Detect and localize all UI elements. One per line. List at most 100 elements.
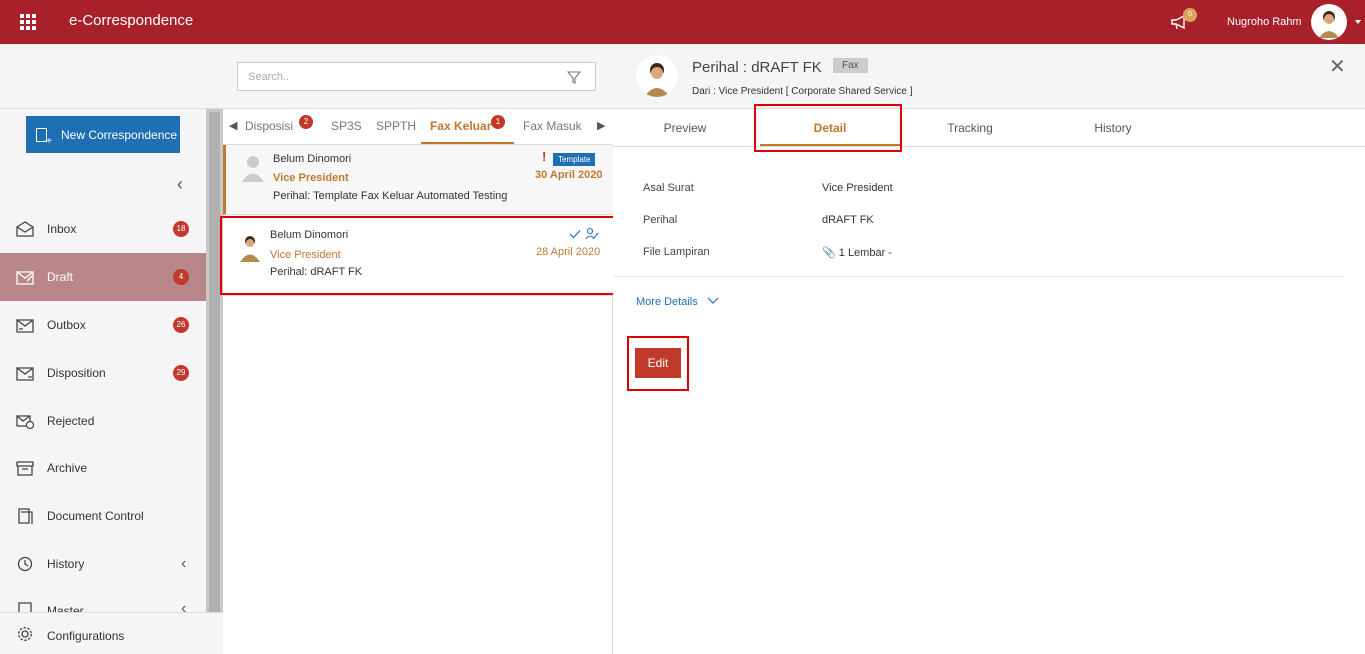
default-avatar-icon — [242, 156, 264, 182]
active-tab-indicator — [760, 144, 900, 146]
sidebar-item-disposition[interactable]: Disposition 29 — [0, 349, 206, 397]
user-edit-icon — [585, 227, 599, 240]
message-role: Vice President — [273, 172, 349, 184]
sidebar-item-label: Document Control — [47, 509, 144, 523]
configurations-bar[interactable]: Configurations — [0, 612, 223, 654]
tab-disposisi[interactable]: Disposisi — [245, 119, 293, 133]
important-flag-icon: ! — [542, 149, 547, 164]
inbox-count-badge: 18 — [173, 221, 189, 237]
outbox-icon — [16, 319, 34, 333]
sidebar-item-label: Outbox — [47, 318, 86, 332]
rejected-icon — [16, 415, 34, 429]
tab-scroll-right-icon[interactable]: ▶ — [597, 119, 605, 132]
user-avatar[interactable] — [1311, 4, 1347, 40]
tab-fax-keluar[interactable]: Fax Keluar — [430, 119, 491, 133]
disposition-icon — [16, 367, 34, 381]
tab-sp3s[interactable]: SP3S — [331, 119, 362, 133]
message-subject: Perihal: Template Fax Keluar Automated T… — [273, 190, 508, 202]
more-details-label: More Details — [636, 296, 698, 308]
tab-tracking[interactable]: Tracking — [930, 121, 1010, 135]
close-icon[interactable]: ✕ — [1329, 54, 1346, 79]
apps-grid-icon[interactable] — [20, 14, 36, 30]
detail-row: Perihal dRAFT FK — [635, 206, 1365, 238]
top-bar: e-Correspondence 0 Nugroho Rahm — [0, 0, 1365, 44]
collapse-sidebar-icon[interactable]: ‹ — [177, 174, 183, 195]
message-role: Vice President — [270, 249, 341, 261]
detail-label: Perihal — [643, 214, 678, 226]
detail-row: File Lampiran 📎 1 Lembar - — [635, 238, 1365, 270]
draft-count-badge: 4 — [173, 269, 189, 285]
tab-scroll-left-icon[interactable]: ◀ — [229, 119, 237, 132]
type-badge: Fax — [833, 58, 868, 73]
check-icon — [569, 230, 581, 239]
chevron-down-icon — [707, 297, 719, 304]
gear-icon — [18, 627, 32, 641]
sidebar-item-history[interactable]: History ‹ — [0, 540, 206, 588]
draft-icon — [16, 271, 34, 285]
correspondence-list-panel: Search.. ◀ Disposisi 2 SP3S SPPTH Fax Ke… — [223, 44, 613, 654]
tab-history[interactable]: History — [1073, 121, 1153, 135]
sidebar: New Correspondence ‹ Inbox 18 Draft 4 Ou… — [0, 44, 223, 654]
list-header: Search.. — [223, 44, 613, 109]
sidebar-item-master[interactable]: Master ‹ — [0, 588, 206, 614]
disposisi-count-badge: 2 — [299, 115, 313, 129]
new-correspondence-button[interactable]: New Correspondence — [26, 116, 180, 153]
detail-row: Asal Surat Vice President — [635, 174, 1365, 206]
tab-fax-masuk[interactable]: Fax Masuk — [523, 119, 582, 133]
sidebar-header — [0, 44, 223, 109]
filter-icon[interactable] — [567, 70, 581, 84]
outbox-count-badge: 26 — [173, 317, 189, 333]
more-details-link[interactable]: More Details — [636, 296, 719, 308]
sidebar-item-rejected[interactable]: Rejected — [0, 397, 206, 445]
edit-button[interactable]: Edit — [635, 348, 681, 378]
app-title: e-Correspondence — [69, 12, 194, 29]
sidebar-scrollbar-thumb[interactable] — [209, 112, 220, 612]
sidebar-item-label: History — [47, 557, 85, 571]
sidebar-item-draft[interactable]: Draft 4 — [0, 253, 206, 301]
search-placeholder: Search.. — [248, 71, 289, 83]
list-item[interactable]: Belum Dinomori Vice President Perihal: d… — [223, 216, 613, 296]
active-tab-indicator — [421, 142, 514, 144]
new-correspondence-label: New Correspondence — [61, 127, 178, 142]
template-badge: Template — [553, 153, 596, 166]
sidebar-item-outbox[interactable]: Outbox 26 — [0, 301, 206, 349]
history-icon — [17, 556, 33, 572]
disposition-count-badge: 29 — [173, 365, 189, 381]
sidebar-item-document-control[interactable]: Document Control — [0, 492, 206, 540]
sidebar-item-label: Archive — [47, 461, 88, 475]
divider — [613, 276, 1343, 277]
user-name[interactable]: Nugroho Rahm — [1227, 16, 1302, 28]
detail-label: File Lampiran — [643, 246, 710, 258]
detail-tabs: Preview Detail Tracking History — [613, 109, 1365, 147]
chevron-left-icon[interactable]: ‹ — [181, 555, 186, 573]
archive-icon — [16, 461, 34, 476]
attachment-value[interactable]: 📎 1 Lembar - — [822, 246, 892, 259]
search-input[interactable]: Search.. — [237, 62, 596, 91]
category-tabs: ◀ Disposisi 2 SP3S SPPTH Fax Keluar 1 Fa… — [223, 109, 613, 145]
tab-detail[interactable]: Detail — [790, 121, 870, 135]
notification-badge: 0 — [1183, 8, 1197, 22]
message-sender: Belum Dinomori — [270, 229, 349, 241]
new-document-icon — [36, 127, 52, 147]
document-control-icon — [18, 508, 33, 524]
sidebar-item-label: Inbox — [47, 222, 77, 236]
detail-table: Asal Surat Vice President Perihal dRAFT … — [635, 174, 1365, 270]
sidebar-item-inbox[interactable]: Inbox 18 — [0, 205, 206, 253]
attachment-text: 1 Lembar - — [838, 247, 892, 259]
detail-label: Asal Surat — [643, 182, 694, 194]
sidebar-item-label: Draft — [47, 270, 74, 284]
sender-avatar — [240, 236, 260, 262]
sender-avatar — [636, 55, 678, 97]
sidebar-item-archive[interactable]: Archive — [0, 444, 206, 492]
detail-panel: Perihal : dRAFT FK Fax Dari : Vice Presi… — [613, 44, 1365, 654]
detail-title: Perihal : dRAFT FK — [692, 59, 822, 76]
tab-preview[interactable]: Preview — [643, 121, 727, 135]
detail-header: Perihal : dRAFT FK Fax Dari : Vice Presi… — [613, 44, 1365, 109]
message-date: 28 April 2020 — [536, 246, 601, 258]
tab-sppth[interactable]: SPPTH — [376, 119, 416, 133]
sidebar-item-label: Rejected — [47, 414, 95, 428]
sidebar-item-label: Disposition — [47, 366, 106, 380]
chevron-down-icon[interactable] — [1355, 20, 1361, 24]
detail-value: dRAFT FK — [822, 214, 874, 226]
list-item[interactable]: Belum Dinomori Vice President Perihal: T… — [223, 145, 613, 215]
